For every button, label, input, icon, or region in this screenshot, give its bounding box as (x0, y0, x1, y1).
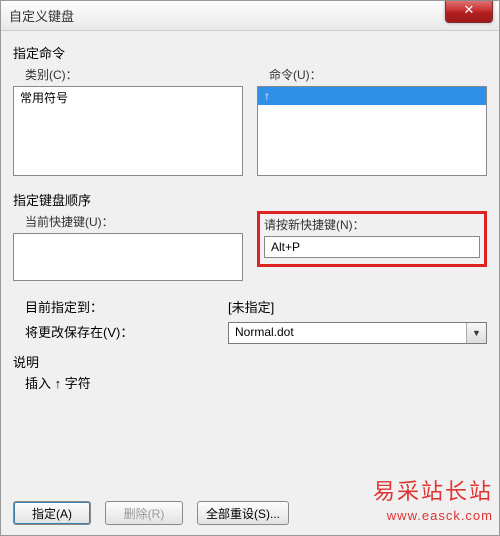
section-specify-command: 指定命令 (13, 43, 487, 62)
watermark-text: 易采站长站 (373, 474, 493, 506)
list-item[interactable]: 常用符号 (14, 87, 242, 108)
label-save-in: 将更改保存在(V)： (13, 322, 228, 344)
watermark: 易采站长站 www.easck.com (373, 474, 493, 523)
category-listbox[interactable]: 常用符号 (13, 86, 243, 176)
label-current-keys: 当前快捷键(U)： (25, 213, 243, 230)
chevron-down-icon[interactable]: ▼ (466, 323, 486, 343)
watermark-url: www.easck.com (373, 508, 493, 523)
list-item[interactable]: ↑ (258, 87, 486, 105)
current-keys-listbox[interactable] (13, 233, 243, 281)
highlight-box: 请按新快捷键(N)： (257, 211, 487, 267)
command-listbox[interactable]: ↑ (257, 86, 487, 176)
titlebar: 自定义键盘 ✕ (1, 1, 499, 31)
label-new-key: 请按新快捷键(N)： (264, 216, 480, 233)
save-in-select[interactable]: Normal.dot (228, 322, 487, 344)
close-button[interactable]: ✕ (445, 1, 493, 23)
label-category: 类别(C)： (25, 66, 243, 83)
new-shortcut-input[interactable] (264, 236, 480, 258)
reset-all-button[interactable]: 全部重设(S)... (197, 501, 289, 525)
section-key-sequence: 指定键盘顺序 (13, 190, 487, 209)
remove-button[interactable]: 删除(R) (105, 501, 183, 525)
button-row: 指定(A) 删除(R) 全部重设(S)... (13, 501, 289, 525)
dialog-title: 自定义键盘 (9, 6, 74, 25)
customize-keyboard-dialog: 自定义键盘 ✕ 指定命令 类别(C)： 常用符号 命令(U)： ↑ 指定键盘顺序… (0, 0, 500, 536)
dialog-content: 指定命令 类别(C)： 常用符号 命令(U)： ↑ 指定键盘顺序 当前快捷键(U… (1, 31, 499, 400)
label-assigned-to: 目前指定到： (13, 297, 228, 316)
assign-button[interactable]: 指定(A) (13, 501, 91, 525)
section-description: 说明 (13, 352, 487, 371)
value-assigned-to: [未指定] (228, 297, 487, 316)
description-text: 插入 ↑ 字符 (13, 373, 487, 392)
label-command: 命令(U)： (269, 66, 487, 83)
